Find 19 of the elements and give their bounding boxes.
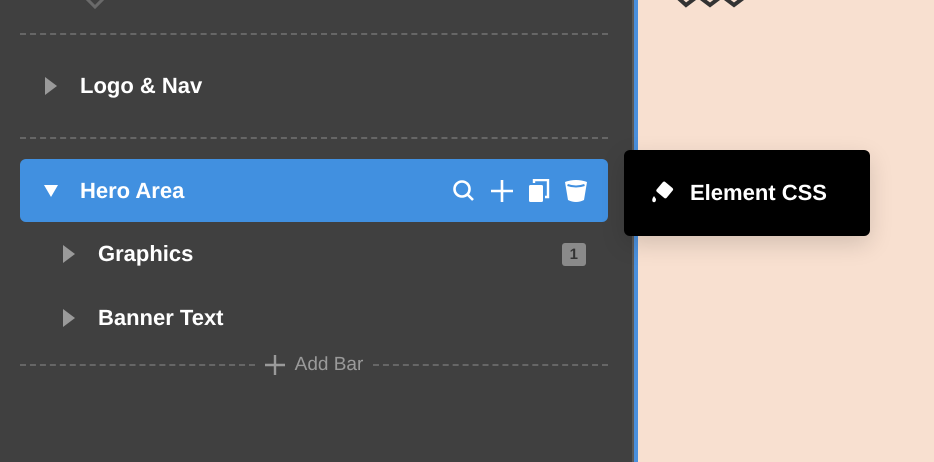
copy-icon[interactable] (528, 178, 550, 202)
add-bar-label: Add Bar (294, 354, 364, 376)
layer-label: Hero Area (80, 178, 184, 204)
trash-icon[interactable] (564, 178, 588, 202)
layer-label[interactable]: Banner Text (98, 305, 224, 331)
caret-icon[interactable] (83, 0, 107, 9)
count-badge: 1 (562, 242, 586, 266)
plus-icon[interactable] (490, 178, 514, 202)
layer-row[interactable]: Logo & Nav (20, 54, 608, 118)
plus-icon (264, 355, 285, 375)
layer-label: Logo & Nav (80, 73, 202, 99)
caret-icon[interactable] (62, 245, 76, 263)
tooltip-label: Element CSS (690, 180, 827, 206)
caret-icon[interactable] (62, 309, 76, 327)
paint-bucket-icon (650, 181, 676, 205)
caret-icon[interactable] (44, 77, 58, 95)
search-icon[interactable] (452, 178, 476, 202)
add-bar-button[interactable]: Add Bar (262, 354, 366, 376)
layer-label[interactable]: Graphics (98, 241, 194, 267)
